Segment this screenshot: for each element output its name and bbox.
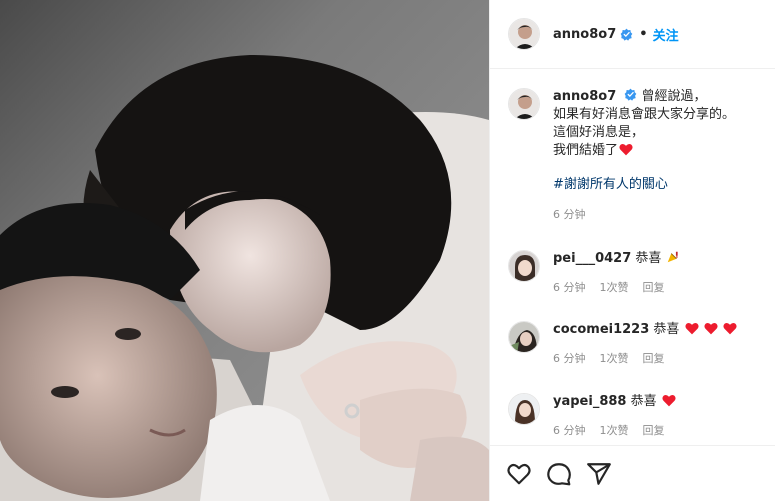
- comment-message: 恭喜: [630, 394, 657, 409]
- share-icon[interactable]: [586, 461, 612, 487]
- profile-picture-icon: [509, 19, 539, 49]
- comment-meta: 6 分钟 1次赞 回复: [553, 422, 676, 440]
- comment-body: pei___0427 恭喜 6 分钟 1次赞 回复: [553, 250, 680, 297]
- couple-photo-image: [0, 0, 489, 501]
- comment-username[interactable]: yapei_888: [553, 394, 626, 409]
- caption-hashtag[interactable]: #謝謝所有人的關心: [553, 176, 735, 194]
- caption-line-wrap: 我們結婚了: [553, 142, 735, 160]
- verified-badge-icon: [625, 88, 637, 101]
- avatar[interactable]: [508, 18, 540, 50]
- verified-badge-icon: [620, 28, 633, 41]
- post-caption: anno8o7 曾經說過， 如果有好消息會跟大家分享的。 這個好消息是， 我們結…: [508, 88, 768, 224]
- comment-meta: 6 分钟 1次赞 回复: [553, 279, 680, 297]
- comment-username[interactable]: cocomei1223: [553, 322, 649, 337]
- heart-icon[interactable]: [506, 461, 532, 487]
- caption-body: anno8o7 曾經說過， 如果有好消息會跟大家分享的。 這個好消息是， 我們結…: [553, 88, 735, 224]
- post-header: anno8o7 • 关注: [490, 0, 775, 69]
- caption-first-line: anno8o7 曾經說過，: [553, 88, 735, 106]
- comment-body: cocomei1223 恭喜 6 分钟 1次赞 回复: [553, 321, 737, 368]
- comment-body: yapei_888 恭喜 6 分钟 1次赞 回复: [553, 393, 676, 440]
- caption-line: 我們結婚了: [553, 143, 619, 158]
- post-photo[interactable]: [0, 0, 489, 501]
- party-popper-icon: [667, 251, 678, 263]
- comment-likes[interactable]: 1次赞: [600, 279, 629, 297]
- comment-avatar[interactable]: [508, 250, 540, 282]
- comment-item: pei___0427 恭喜 6 分钟 1次赞 回复: [508, 250, 770, 297]
- commenter-photo-icon: [509, 322, 539, 352]
- comment-meta: 6 分钟 1次赞 回复: [553, 350, 737, 368]
- comment-timestamp[interactable]: 6 分钟: [553, 422, 586, 440]
- reply-button[interactable]: 回复: [643, 350, 665, 368]
- account-username[interactable]: anno8o7: [553, 27, 616, 42]
- comment-username[interactable]: pei___0427: [553, 251, 631, 266]
- comment-text: pei___0427 恭喜: [553, 250, 680, 268]
- follow-button[interactable]: 关注: [653, 25, 679, 44]
- red-heart-icon: [662, 394, 676, 407]
- commenter-photo-icon: [509, 394, 539, 424]
- red-heart-icon: [704, 322, 718, 335]
- comment-message: 恭喜: [653, 322, 680, 337]
- comment-message: 恭喜: [635, 251, 662, 266]
- comment-timestamp[interactable]: 6 分钟: [553, 350, 586, 368]
- instagram-post: anno8o7 • 关注 anno8o7 曾經說過， 如果有好消息會跟大家分享的…: [0, 0, 775, 501]
- comment-item: yapei_888 恭喜 6 分钟 1次赞 回复: [508, 393, 770, 440]
- comment-avatar[interactable]: [508, 393, 540, 425]
- red-heart-icon: [619, 143, 633, 156]
- profile-picture-icon: [509, 89, 539, 119]
- comment-likes[interactable]: 1次赞: [600, 422, 629, 440]
- comment-text: cocomei1223 恭喜: [553, 321, 737, 339]
- caption-username[interactable]: anno8o7: [553, 89, 616, 104]
- comment-text: yapei_888 恭喜: [553, 393, 676, 411]
- reply-button[interactable]: 回复: [643, 422, 665, 440]
- caption-timestamp[interactable]: 6 分钟: [553, 206, 735, 224]
- caption-line: 如果有好消息會跟大家分享的。: [553, 107, 736, 122]
- caption-line: 曾經說過，: [641, 89, 707, 104]
- commenter-photo-icon: [509, 251, 539, 281]
- comment-timestamp[interactable]: 6 分钟: [553, 279, 586, 297]
- comment-item: cocomei1223 恭喜 6 分钟 1次赞 回复: [508, 321, 770, 368]
- post-side-panel: anno8o7 • 关注 anno8o7 曾經說過， 如果有好消息會跟大家分享的…: [489, 0, 775, 501]
- comment-icon[interactable]: [546, 461, 572, 487]
- red-heart-icon: [685, 322, 699, 335]
- caption-avatar[interactable]: [508, 88, 540, 120]
- reply-button[interactable]: 回复: [643, 279, 665, 297]
- post-action-bar: [490, 445, 775, 501]
- separator-dot: •: [639, 26, 648, 42]
- red-heart-icon: [723, 322, 737, 335]
- comment-likes[interactable]: 1次赞: [600, 350, 629, 368]
- caption-line: 這個好消息是，: [553, 125, 645, 140]
- comment-avatar[interactable]: [508, 321, 540, 353]
